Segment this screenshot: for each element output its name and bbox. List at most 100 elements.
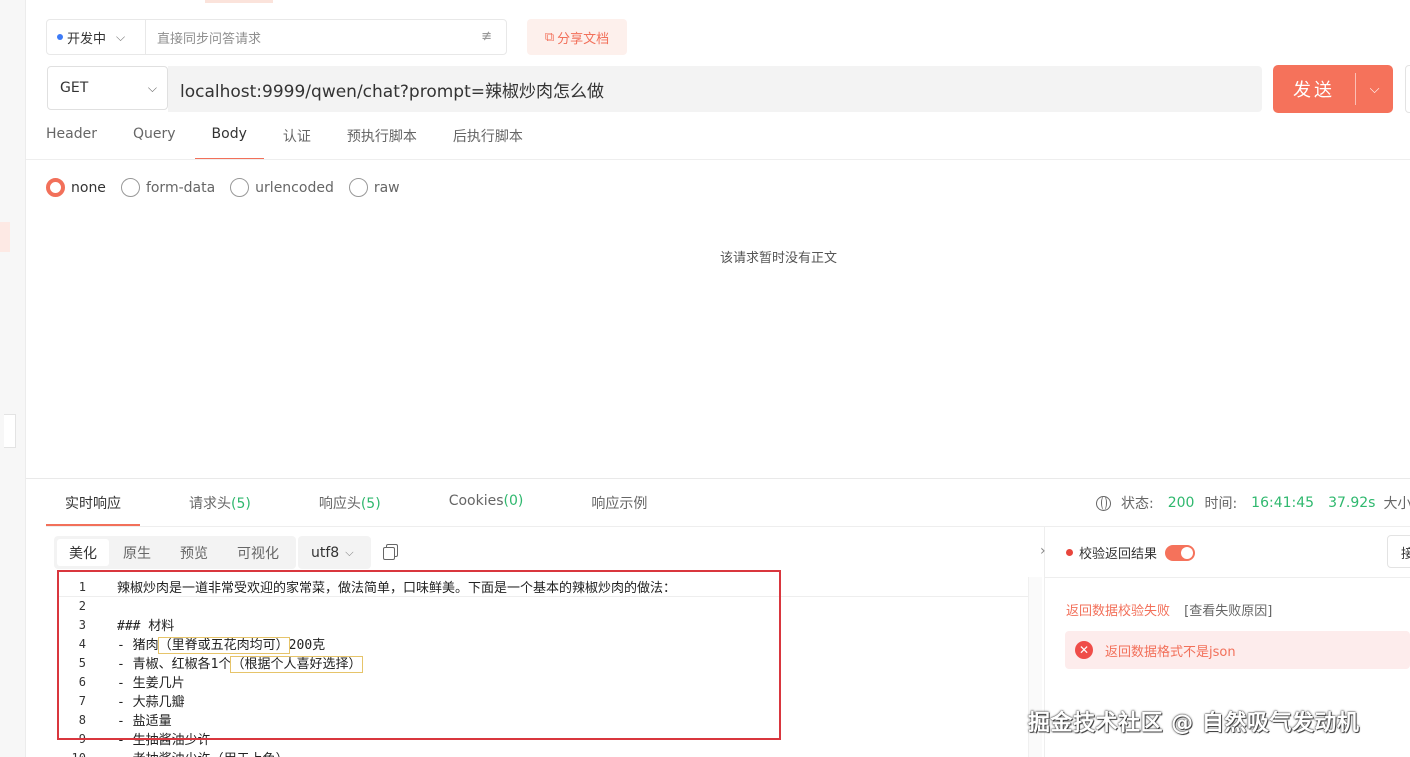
response-divider xyxy=(26,478,1410,479)
line-number: 6 xyxy=(78,674,86,689)
url-text: localhost:9999/qwen/chat?prompt=辣椒炒肉怎么做 xyxy=(180,81,604,102)
chevron-right-icon[interactable]: › xyxy=(1040,543,1046,559)
tab-post-script[interactable]: 后执行脚本 xyxy=(453,118,523,160)
tab-label: 响应头 xyxy=(318,496,361,512)
line-text: - 生抽酱油少许 xyxy=(117,733,211,748)
line-text: - 青椒、红椒各1个（根据个人喜好选择） xyxy=(117,653,363,673)
list-edit-icon[interactable]: ≢ xyxy=(481,29,492,44)
format-visualize-button[interactable]: 可视化 xyxy=(225,536,291,569)
share-doc-button[interactable]: ⧉ 分享文档 xyxy=(527,19,627,55)
send-label: 发送 xyxy=(1293,80,1335,101)
line-text: - 猪肉（里脊或五花肉均可）200克 xyxy=(117,634,325,654)
url-input[interactable]: localhost:9999/qwen/chat?prompt=辣椒炒肉怎么做 xyxy=(168,66,1262,112)
line-number: 4 xyxy=(78,636,86,651)
empty-body-message: 该请求暂时没有正文 xyxy=(720,251,838,266)
format-raw-button[interactable]: 原生 xyxy=(111,536,163,569)
code-line: 7 - 大蒜几瓣 xyxy=(58,691,1028,711)
environment-select[interactable]: 开发中 ⌵ xyxy=(46,19,146,55)
share-icon: ⧉ xyxy=(544,29,555,45)
tab-header[interactable]: Header xyxy=(46,118,97,160)
radio-urlencoded[interactable]: urlencoded xyxy=(230,178,334,197)
tab-label: Cookies xyxy=(448,493,504,509)
encoding-select[interactable]: utf8 ⌵ xyxy=(298,536,371,569)
code-line: 8 - 盐适量 xyxy=(58,710,1028,730)
error-message: 返回数据格式不是json xyxy=(1105,644,1236,660)
error-x-icon: ✕ xyxy=(1075,641,1093,659)
env-status-dot xyxy=(57,34,63,40)
tab-query[interactable]: Query xyxy=(133,118,176,160)
validation-status-dot xyxy=(1066,549,1073,556)
validation-fail-row: 返回数据校验失败 [查看失败原因] xyxy=(1066,600,1272,619)
left-sidebar-strip xyxy=(0,0,26,757)
save-button-partial[interactable] xyxy=(1405,65,1410,113)
response-code-editor[interactable]: 1 辣椒炒肉是一道非常受欢迎的家常菜，做法简单，口味鲜美。下面是一个基本的辣椒炒肉… xyxy=(58,577,1028,757)
line-text: 辣椒炒肉是一道非常受欢迎的家常菜，做法简单，口味鲜美。下面是一个基本的辣椒炒肉的… xyxy=(117,581,677,596)
tab-live-response[interactable]: 实时响应 xyxy=(46,484,140,526)
tab-count: (5) xyxy=(231,496,251,512)
tab-response-examples[interactable]: 响应示例 xyxy=(572,484,666,526)
tab-auth[interactable]: 认证 xyxy=(283,118,311,160)
line-text: - 生姜几片 xyxy=(117,676,185,691)
radio-circle-icon xyxy=(46,178,65,197)
tab-pre-script[interactable]: 预执行脚本 xyxy=(347,118,417,160)
view-fail-reason-link[interactable]: [查看失败原因] xyxy=(1184,604,1272,619)
encoding-label: utf8 xyxy=(311,544,340,561)
radio-circle-icon xyxy=(348,178,368,197)
chevron-down-icon: ⌵ xyxy=(345,545,354,559)
line-number: 2 xyxy=(78,598,86,613)
validate-response-toggle-row: 校验返回结果 xyxy=(1066,543,1196,562)
size-label: 大小 xyxy=(1383,496,1410,512)
line-text-part: - 猪肉 xyxy=(117,638,159,653)
globe-icon[interactable] xyxy=(1096,495,1111,511)
chevron-down-icon: ⌵ xyxy=(116,29,126,44)
body-type-radios: none form-data urlencoded raw xyxy=(46,178,415,197)
validate-label: 校验返回结果 xyxy=(1079,547,1158,562)
time-label: 时间: xyxy=(1204,496,1238,512)
method-select[interactable]: GET ⌵ xyxy=(47,66,168,110)
sync-request-input[interactable]: 直接同步问答请求 ≢ xyxy=(145,19,507,55)
tab-label: 请求头 xyxy=(189,496,231,512)
validation-error-alert: ✕ 返回数据格式不是json xyxy=(1065,631,1410,669)
line-text: - 大蒜几瓣 xyxy=(117,695,185,710)
send-button[interactable]: 发送 ⌵ xyxy=(1273,65,1393,113)
time-value: 16:41:45 xyxy=(1251,495,1315,511)
tab-request-headers[interactable]: 请求头(5) xyxy=(170,484,270,526)
code-line: 9 - 生抽酱油少许 xyxy=(58,729,1028,749)
side-action-button[interactable]: 接 xyxy=(1387,535,1410,568)
validate-toggle[interactable] xyxy=(1165,544,1196,561)
sidebar-collapse-handle[interactable] xyxy=(4,414,16,448)
line-number: 9 xyxy=(78,731,86,746)
tab-response-headers[interactable]: 响应头(5) xyxy=(300,484,400,526)
line-number: 7 xyxy=(78,693,86,708)
tabs-divider xyxy=(26,159,1410,160)
format-preview-button[interactable]: 预览 xyxy=(168,536,220,569)
validation-divider xyxy=(1045,577,1410,578)
share-label: 分享文档 xyxy=(557,31,610,47)
tab-label: 实时响应 xyxy=(65,496,121,512)
radio-form-data[interactable]: form-data xyxy=(120,178,215,197)
radio-none[interactable]: none xyxy=(46,178,106,197)
top-tab-indicator xyxy=(205,0,273,3)
copy-icon[interactable] xyxy=(383,544,398,560)
radio-raw[interactable]: raw xyxy=(348,178,400,197)
tab-body[interactable]: Body xyxy=(194,118,265,160)
send-dropdown-chevron-icon[interactable]: ⌵ xyxy=(1356,82,1393,97)
line-text: - 老抽酱油少许（用于上色） xyxy=(117,748,289,757)
method-label: GET xyxy=(60,80,89,96)
radio-label: urlencoded xyxy=(255,179,334,196)
line-text: - 盐适量 xyxy=(117,714,172,729)
code-line: 1 辣椒炒肉是一道非常受欢迎的家常菜，做法简单，口味鲜美。下面是一个基本的辣椒炒肉… xyxy=(58,577,1028,597)
format-pretty-button[interactable]: 美化 xyxy=(57,539,109,566)
radio-circle-icon xyxy=(230,178,250,197)
line-text-part: - 青椒、红椒各1个 xyxy=(117,657,232,672)
line-number: 8 xyxy=(78,712,86,727)
code-line: 2 xyxy=(58,596,1028,615)
line-text: ### 材料 xyxy=(117,619,175,634)
status-label: 状态: xyxy=(1121,496,1154,512)
validation-fail-text: 返回数据校验失败 xyxy=(1066,604,1171,619)
code-line: 6 - 生姜几片 xyxy=(58,672,1028,692)
duration-value: 37.92s xyxy=(1328,495,1376,511)
tab-label: 响应示例 xyxy=(591,496,648,512)
status-code: 200 xyxy=(1167,495,1195,511)
tab-cookies[interactable]: Cookies(0) xyxy=(430,484,543,526)
